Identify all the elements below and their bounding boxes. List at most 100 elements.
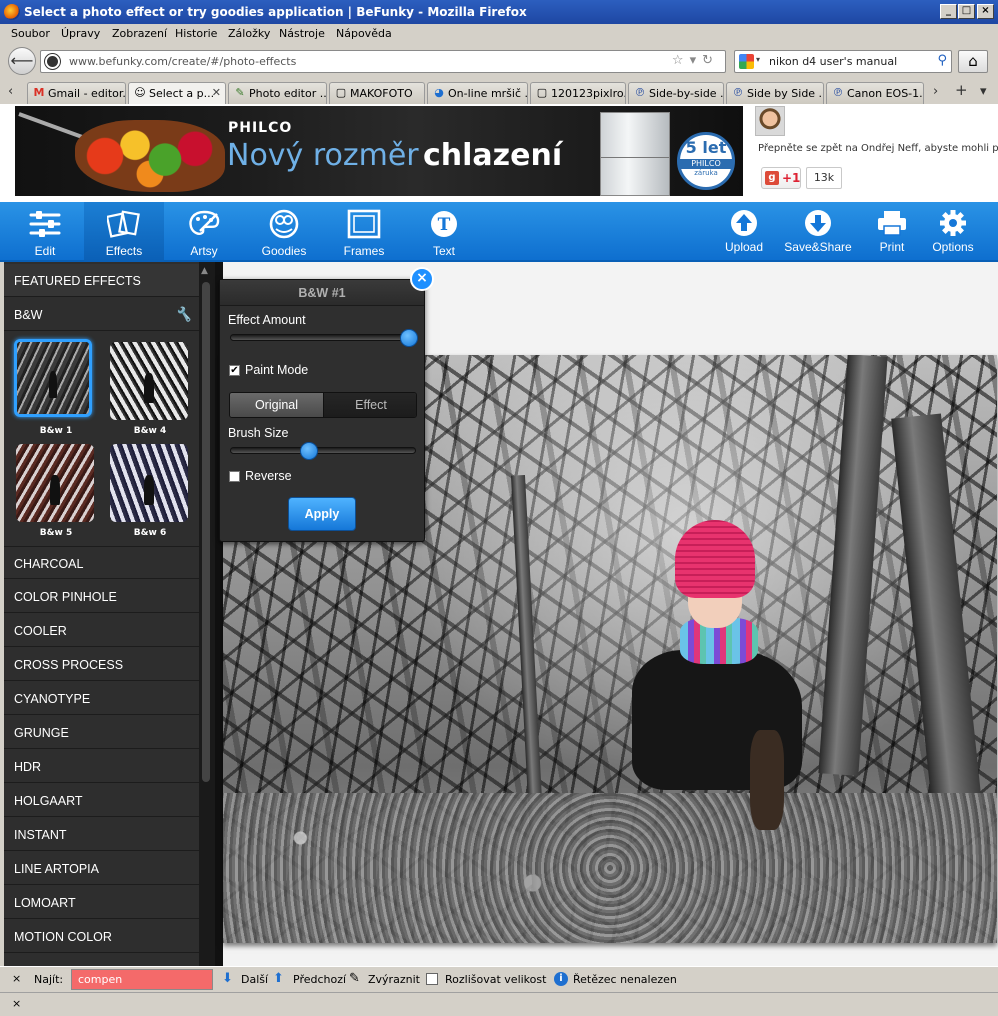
google-plus-button[interactable]: g +1 [761, 167, 801, 189]
globe-icon: ◕ [434, 86, 444, 99]
minimize-button[interactable]: _ [940, 4, 957, 19]
tab-scroll-left-icon[interactable]: ‹ [8, 84, 13, 99]
switch-account-text[interactable]: Přepněte se zpět na Ondřej Neff, abyste … [758, 143, 998, 154]
tab-befunky[interactable]: ☺ Select a p... ✕ [128, 82, 226, 104]
boot-shape [750, 730, 784, 830]
effects-label: Effects [105, 244, 143, 258]
print-button[interactable]: Print [862, 202, 922, 262]
ad-brand: PHILCO [228, 120, 293, 136]
close-status-bar-button[interactable]: × [12, 997, 21, 1010]
tab-canon[interactable]: ℗ Canon EOS-1... [826, 82, 924, 104]
upload-button[interactable]: Upload [716, 202, 772, 262]
befunky-icon: ☺ [134, 86, 146, 99]
scrollbar-thumb[interactable] [202, 282, 210, 782]
apply-button[interactable]: Apply [288, 497, 356, 531]
category-hdr[interactable]: HDR [4, 750, 199, 783]
tab-close-icon[interactable]: ✕ [212, 86, 221, 99]
paint-mode-checkbox[interactable]: ✔ [229, 365, 240, 376]
edit-button[interactable]: Edit [6, 202, 84, 262]
category-holgaart[interactable]: HOLGAART [4, 784, 199, 817]
category-bw[interactable]: B&W 🔧 [4, 298, 199, 331]
new-tab-icon[interactable]: + [955, 81, 968, 99]
tab-gmail[interactable]: M Gmail - editor... [27, 82, 126, 104]
maximize-button[interactable]: □ [958, 4, 975, 19]
home-button[interactable]: ⌂ [958, 50, 988, 73]
menu-history[interactable]: Historie [175, 27, 217, 40]
brush-size-slider-knob[interactable] [300, 442, 319, 460]
tab-side-by-side-1[interactable]: ℗ Side-by-side ... [628, 82, 724, 104]
category-instant[interactable]: INSTANT [4, 818, 199, 851]
effect-toggle-button[interactable]: Effect [324, 393, 416, 417]
frames-button[interactable]: Frames [326, 202, 402, 262]
search-icon[interactable]: ⚲ [937, 53, 947, 68]
search-engine-dropdown-icon[interactable]: ▾ [756, 55, 760, 64]
category-lomoart[interactable]: LOMOART [4, 886, 199, 919]
category-motion-color[interactable]: MOTION COLOR [4, 920, 199, 953]
category-cooler[interactable]: COOLER [4, 614, 199, 647]
wrench-icon[interactable]: 🔧 [175, 306, 192, 323]
menu-file[interactable]: Soubor [11, 27, 50, 40]
tab-pixlr[interactable]: ▢ 120123pixlro... [530, 82, 626, 104]
effect-amount-slider-knob[interactable] [400, 329, 418, 347]
back-button[interactable]: ⟵ [8, 47, 36, 75]
tab-side-by-side-2[interactable]: ℗ Side by Side ... [726, 82, 824, 104]
category-cross-process[interactable]: CROSS PROCESS [4, 648, 199, 681]
effect-thumb-bw1[interactable] [14, 339, 92, 417]
tab-label: 120123pixlro... [551, 87, 626, 100]
search-bar[interactable]: ▾ nikon d4 user's manual ⚲ [734, 50, 952, 73]
tab-scroll-right-icon[interactable]: › [933, 84, 938, 99]
effects-button[interactable]: Effects [84, 202, 164, 262]
reverse-checkbox[interactable] [229, 471, 240, 482]
menu-edit[interactable]: Úpravy [61, 27, 100, 40]
text-button[interactable]: T Text [406, 202, 482, 262]
tab-online-mrsic[interactable]: ◕ On-line mršič ... [427, 82, 528, 104]
effects-icon [107, 210, 140, 238]
tab-list-icon[interactable]: ▾ [980, 84, 987, 99]
thumb-figure [144, 373, 154, 403]
effect-thumb-bw4[interactable] [110, 342, 188, 420]
goodies-button[interactable]: Goodies [244, 202, 324, 262]
close-effect-panel-button[interactable]: × [410, 267, 434, 291]
pink-hat [675, 520, 755, 598]
match-case-label[interactable]: Rozlišovat velikost [445, 973, 546, 986]
effect-amount-slider[interactable] [230, 329, 418, 347]
effect-thumb-label: B&w 6 [133, 528, 167, 538]
effects-panel-scrollbar[interactable]: ▲ [199, 262, 215, 966]
category-line-artopia[interactable]: LINE ARTOPIA [4, 852, 199, 885]
menu-view[interactable]: Zobrazení [112, 27, 167, 40]
befunky-toolbar: Edit Effects Artsy Goodies Frames T Text… [0, 202, 998, 262]
site-icon: ℗ [634, 86, 646, 99]
menu-bookmarks[interactable]: Záložky [228, 27, 270, 40]
original-toggle-button[interactable]: Original [230, 393, 324, 417]
match-case-checkbox[interactable] [426, 973, 438, 985]
info-icon: i [554, 972, 568, 986]
philco-banner-ad[interactable]: PHILCO Nový rozměr chlazení 5 let PHILCO… [15, 106, 743, 196]
effect-thumb-bw6[interactable] [110, 444, 188, 522]
url-bar[interactable]: www.befunky.com/create/#/photo-effects ☆… [40, 50, 726, 73]
find-input[interactable]: compen [71, 969, 213, 990]
tab-photo-editor[interactable]: ✎ Photo editor ... [228, 82, 327, 104]
menu-tools[interactable]: Nástroje [279, 27, 325, 40]
category-label: HDR [14, 760, 42, 774]
options-button[interactable]: Options [924, 202, 982, 262]
effect-thumb-bw5[interactable] [16, 444, 94, 522]
google-icon[interactable] [739, 54, 754, 69]
menu-help[interactable]: Nápověda [336, 27, 392, 40]
find-previous-button[interactable]: Předchozí [293, 973, 346, 986]
category-color-pinhole[interactable]: COLOR PINHOLE [4, 580, 199, 613]
close-find-bar-button[interactable]: × [12, 972, 21, 985]
category-grunge[interactable]: GRUNGE [4, 716, 199, 749]
bookmark-star-icon[interactable]: ☆▾↻ [672, 53, 719, 68]
save-share-button[interactable]: Save&Share [780, 202, 856, 262]
tab-makofoto[interactable]: ▢ MAKOFOTO [329, 82, 425, 104]
scroll-up-icon[interactable]: ▲ [201, 266, 208, 276]
find-next-button[interactable]: Další [241, 973, 268, 986]
brush-size-slider[interactable] [230, 442, 416, 460]
artsy-button[interactable]: Artsy [166, 202, 242, 262]
category-featured-effects[interactable]: FEATURED EFFECTS [4, 264, 199, 297]
search-input[interactable]: nikon d4 user's manual [769, 55, 897, 68]
category-charcoal[interactable]: CHARCOAL [4, 546, 199, 579]
close-window-button[interactable]: × [977, 4, 994, 19]
category-cyanotype[interactable]: CYANOTYPE [4, 682, 199, 715]
highlight-all-button[interactable]: Zvýraznit [368, 973, 420, 986]
